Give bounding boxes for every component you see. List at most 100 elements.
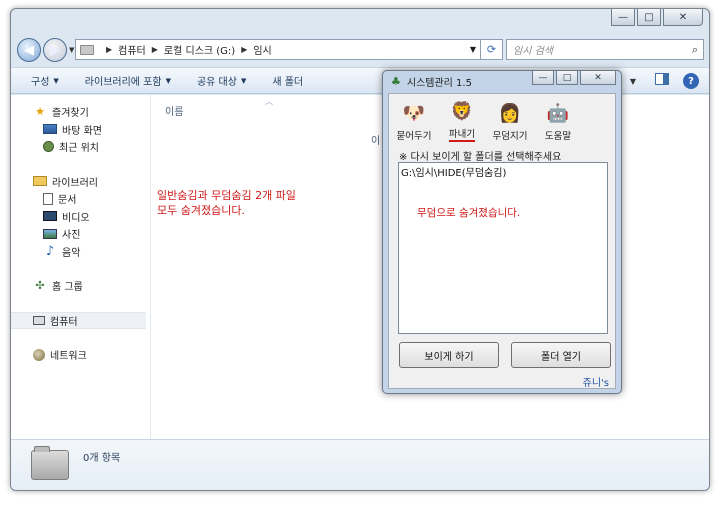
folder-icon	[80, 44, 94, 55]
tool-label: 묻어두기	[396, 131, 432, 142]
tool-dig-button[interactable]: 🦁 파내기	[439, 94, 485, 146]
breadcrumb-drive[interactable]: 로컬 디스크 (G:)	[164, 42, 235, 57]
dialog-toolbar: 🐶 묻어두기 🦁 파내기 👩 무덤지기 🤖 도움말	[389, 94, 615, 146]
nav-network[interactable]: 네트워크	[11, 346, 150, 364]
nav-label: 비디오	[62, 212, 90, 224]
nav-label: 최근 위치	[59, 143, 99, 155]
search-input[interactable]: 임시 검색 ⌕	[506, 39, 704, 60]
nav-favorites[interactable]: ★ 즐겨찾기	[11, 103, 150, 121]
library-icon	[33, 176, 47, 187]
window-caption-buttons: — □ ✕	[611, 9, 703, 26]
sort-arrow-icon: ︿	[265, 97, 273, 106]
view-controls: ▼ ?	[625, 73, 699, 89]
dialog-caption-buttons: — □ ✕	[532, 71, 616, 85]
tool-label: 도움말	[544, 131, 572, 142]
open-folder-button[interactable]: 폴더 열기	[511, 342, 611, 368]
address-dropdown-icon[interactable]: ▼	[470, 45, 476, 54]
tool-label: 파내기	[448, 126, 476, 142]
refresh-button[interactable]: ⟳	[481, 39, 503, 60]
dialog-body: 🐶 묻어두기 🦁 파내기 👩 무덤지기 🤖 도움말 ※ 다시 보이게 할 폴더를…	[388, 93, 616, 389]
computer-icon	[33, 315, 45, 325]
annotation-line-1: 일반숨김과 무덤숨김 2개 파일	[157, 189, 296, 202]
nav-label: 문서	[58, 195, 77, 207]
dropdown-arrow-icon: ▼	[53, 76, 59, 85]
nav-computer[interactable]: 컴퓨터	[11, 311, 146, 329]
breadcrumb-computer[interactable]: 컴퓨터	[118, 42, 146, 57]
nav-desktop[interactable]: 바탕 화면	[11, 121, 150, 139]
nav-label: 음악	[62, 247, 81, 259]
desktop-icon	[43, 124, 57, 135]
star-icon: ★	[35, 105, 45, 119]
app-icon: ♣	[391, 75, 401, 88]
search-placeholder: 임시 검색	[513, 46, 553, 57]
video-icon	[43, 211, 57, 222]
organize-label: 구성	[31, 77, 50, 88]
document-icon	[43, 192, 53, 205]
nav-label: 바탕 화면	[62, 125, 102, 137]
tool-bury-button[interactable]: 🐶 묻어두기	[391, 94, 437, 146]
nav-buttons: ◀ ▶ ▼	[17, 38, 74, 62]
chevron-right-icon: ▶	[106, 45, 113, 54]
back-button[interactable]: ◀	[17, 38, 41, 62]
annotation-note: 일반숨김과 무덤숨김 2개 파일 모두 숨겨졌습니다.	[157, 188, 296, 218]
list-item[interactable]: G:\임시\HIDE(무덤숨김)	[401, 164, 506, 179]
address-bar[interactable]: ▶ 컴퓨터 ▶ 로컬 디스크 (G:) ▶ 임시 ▼	[75, 39, 481, 60]
forward-button[interactable]: ▶	[43, 38, 67, 62]
share-label: 공유 대상	[196, 77, 237, 88]
dropdown-arrow-icon: ▼	[240, 76, 247, 85]
breadcrumb-folder[interactable]: 임시	[253, 42, 271, 57]
arrow-left-icon: ◀	[24, 42, 34, 58]
maximize-button[interactable]: □	[637, 9, 661, 26]
homegroup-icon: ✣	[35, 279, 45, 293]
folder-large-icon	[31, 446, 69, 480]
search-icon[interactable]: ⌕	[692, 43, 698, 57]
folder-listbox[interactable]: G:\임시\HIDE(무덤숨김) 무덤으로 숨겨졌습니다.	[398, 162, 608, 334]
navigation-pane: ★ 즐겨찾기 바탕 화면 최근 위치 라이브러리 문서 비디오 사진 ♪ 음악 ✣ 홈…	[11, 95, 151, 439]
chevron-right-icon: ▶	[241, 45, 248, 54]
nav-label: 컴퓨터	[50, 316, 78, 328]
nav-pictures[interactable]: 사진	[11, 225, 150, 243]
dialog-title: 시스템관리 1.5	[406, 78, 472, 89]
recent-places-icon	[43, 141, 54, 153]
nav-libraries[interactable]: 라이브러리	[11, 173, 150, 191]
breadcrumb: ▶ 컴퓨터 ▶ 로컬 디스크 (G:) ▶ 임시	[100, 42, 272, 57]
dog-icon: 🐶	[402, 102, 426, 124]
tool-gravekeeper-button[interactable]: 👩 무덤지기	[487, 94, 533, 146]
column-header-name[interactable]: 이름	[165, 103, 183, 118]
dialog-close-button[interactable]: ✕	[580, 71, 616, 85]
nav-label: 라이브러리	[52, 177, 98, 189]
nurse-icon: 👩	[498, 102, 522, 124]
nav-homegroup[interactable]: ✣ 홈 그룹	[11, 277, 150, 295]
nav-label: 네트워크	[50, 351, 87, 363]
nav-documents[interactable]: 문서	[11, 190, 150, 208]
system-manager-dialog: ♣ 시스템관리 1.5 — □ ✕ 🐶 묻어두기 🦁 파내기 👩 무덤지기 🤖 …	[382, 70, 622, 394]
nav-recent[interactable]: 최근 위치	[11, 138, 150, 156]
include-in-library-button[interactable]: 라이브러리에 포함 ▼	[84, 73, 171, 89]
include-library-label: 라이브러리에 포함	[84, 77, 162, 88]
organize-button[interactable]: 구성 ▼	[31, 73, 59, 89]
history-dropdown-icon[interactable]: ▼	[69, 46, 74, 54]
dialog-maximize-button[interactable]: □	[556, 71, 578, 85]
preview-pane-icon[interactable]	[655, 73, 669, 85]
dialog-minimize-button[interactable]: —	[532, 71, 554, 85]
new-folder-label: 새 폴더	[272, 77, 304, 88]
nav-music[interactable]: ♪ 음악	[11, 243, 150, 261]
network-icon	[33, 348, 45, 361]
nav-label: 사진	[62, 230, 81, 242]
help-icon[interactable]: ?	[683, 73, 699, 89]
view-options-icon[interactable]: ▼	[625, 73, 641, 89]
item-count: 0개 항목	[83, 453, 121, 464]
new-folder-button[interactable]: 새 폴더	[272, 73, 303, 88]
share-with-button[interactable]: 공유 대상 ▼	[196, 73, 247, 89]
address-row: ◀ ▶ ▼ ▶ 컴퓨터 ▶ 로컬 디스크 (G:) ▶ 임시 ▼ ⟳ 임시 검색…	[11, 37, 709, 65]
tool-help-button[interactable]: 🤖 도움말	[535, 94, 581, 146]
close-button[interactable]: ✕	[663, 9, 703, 26]
instruction-text: ※ 다시 보이게 할 폴더를 선택해주세요	[399, 152, 562, 163]
hidden-annotation: 무덤으로 숨겨졌습니다.	[417, 207, 521, 219]
minimize-button[interactable]: —	[611, 9, 635, 26]
nav-videos[interactable]: 비디오	[11, 208, 150, 226]
robot-icon: 🤖	[546, 102, 570, 124]
show-button[interactable]: 보이게 하기	[399, 342, 499, 368]
chevron-right-icon: ▶	[151, 45, 158, 54]
column-header-partial: 이	[371, 136, 381, 147]
